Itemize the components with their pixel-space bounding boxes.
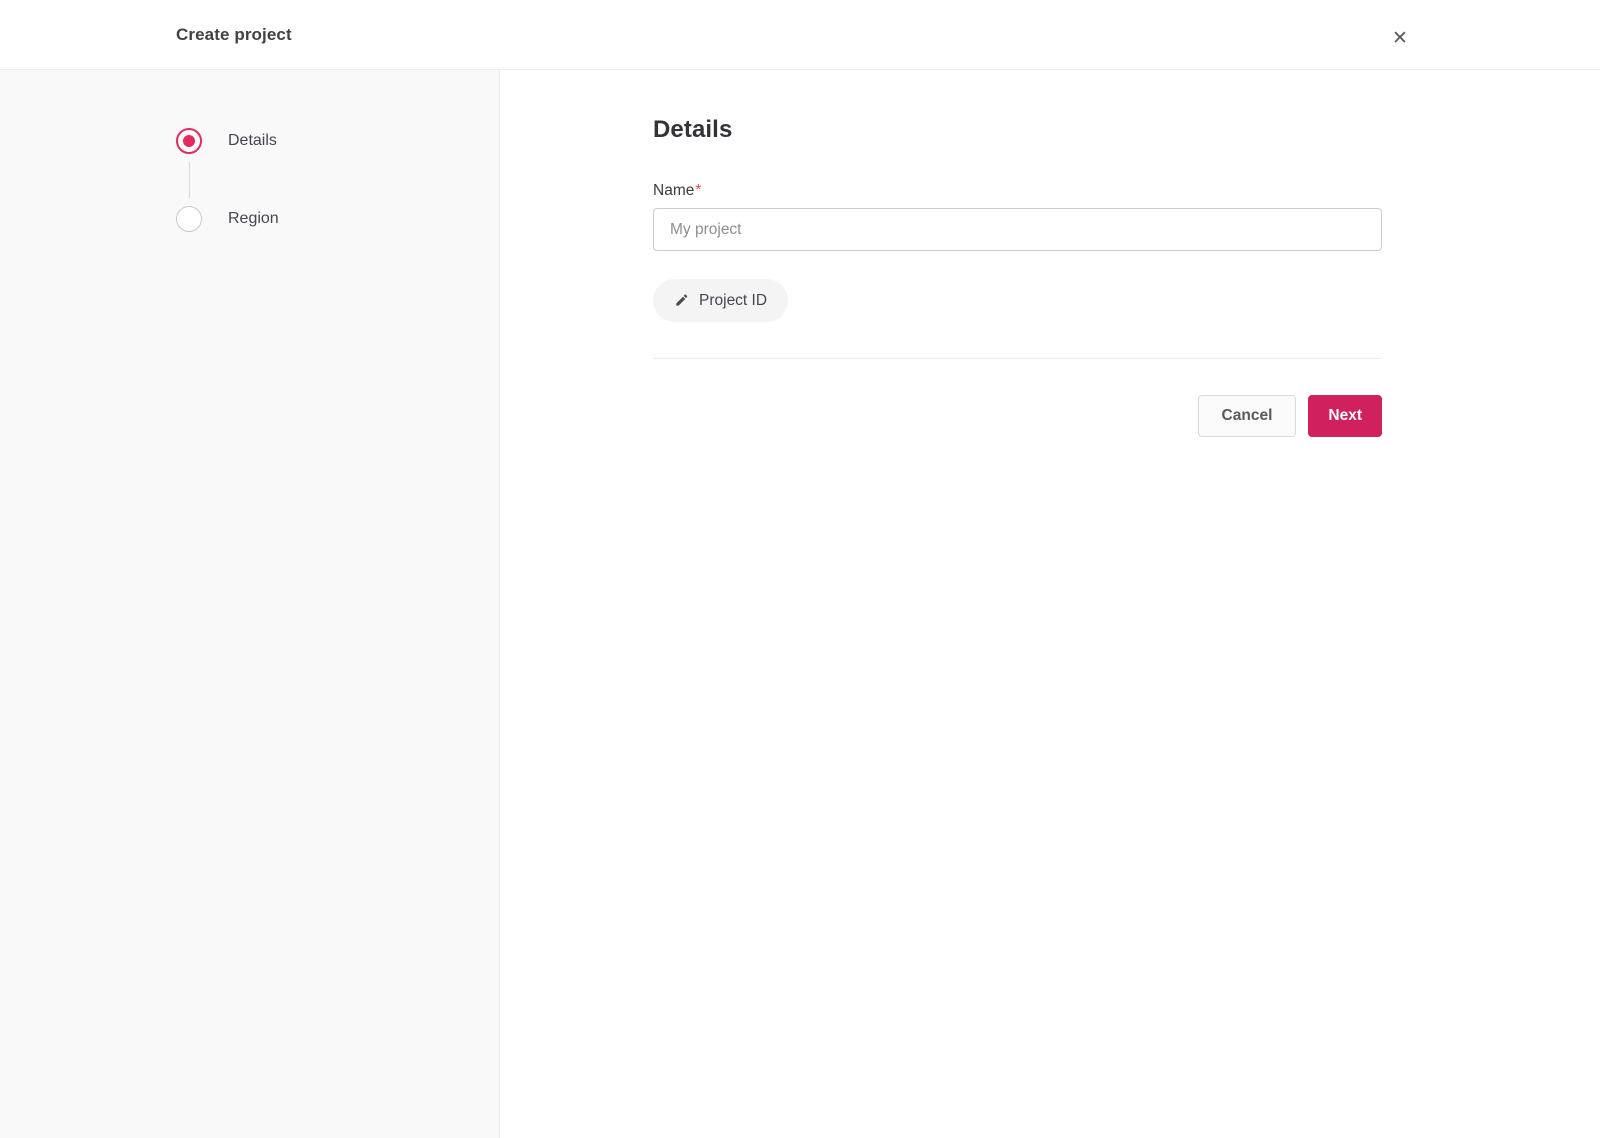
step-radio-icon [176,128,202,154]
stepper-sidebar: Details Region [0,70,500,1138]
section-divider [653,358,1382,359]
stepper-connector [189,162,190,198]
step-label: Details [228,132,277,149]
step-label: Region [228,210,279,227]
dialog-header: Create project ✕ [0,0,1600,70]
dialog-body: Details Region Details Name* My project … [0,70,1600,1138]
stepper-step-region[interactable]: Region [176,206,499,232]
panel-heading: Details [653,116,733,143]
step-radio-icon [176,206,202,232]
dialog-title: Create project [176,24,292,44]
required-asterisk: * [695,182,702,199]
name-field-group: Name* [653,182,1382,251]
close-icon: ✕ [1392,27,1408,49]
details-panel: Details Name* Project ID Cancel [500,70,1600,1138]
stepper-step-details[interactable]: Details [176,128,499,154]
next-button[interactable]: Next [1308,395,1382,437]
close-button[interactable]: ✕ [1384,22,1416,54]
pencil-icon [674,293,689,308]
action-buttons: Cancel Next [653,395,1382,437]
project-id-button[interactable]: Project ID [653,279,789,322]
name-field-label: Name* [653,182,702,199]
project-name-input[interactable] [653,208,1382,251]
cancel-button[interactable]: Cancel [1197,395,1297,437]
create-project-dialog: Create project ✕ Details Region Details … [0,0,1600,1138]
project-id-button-label: Project ID [699,291,768,309]
